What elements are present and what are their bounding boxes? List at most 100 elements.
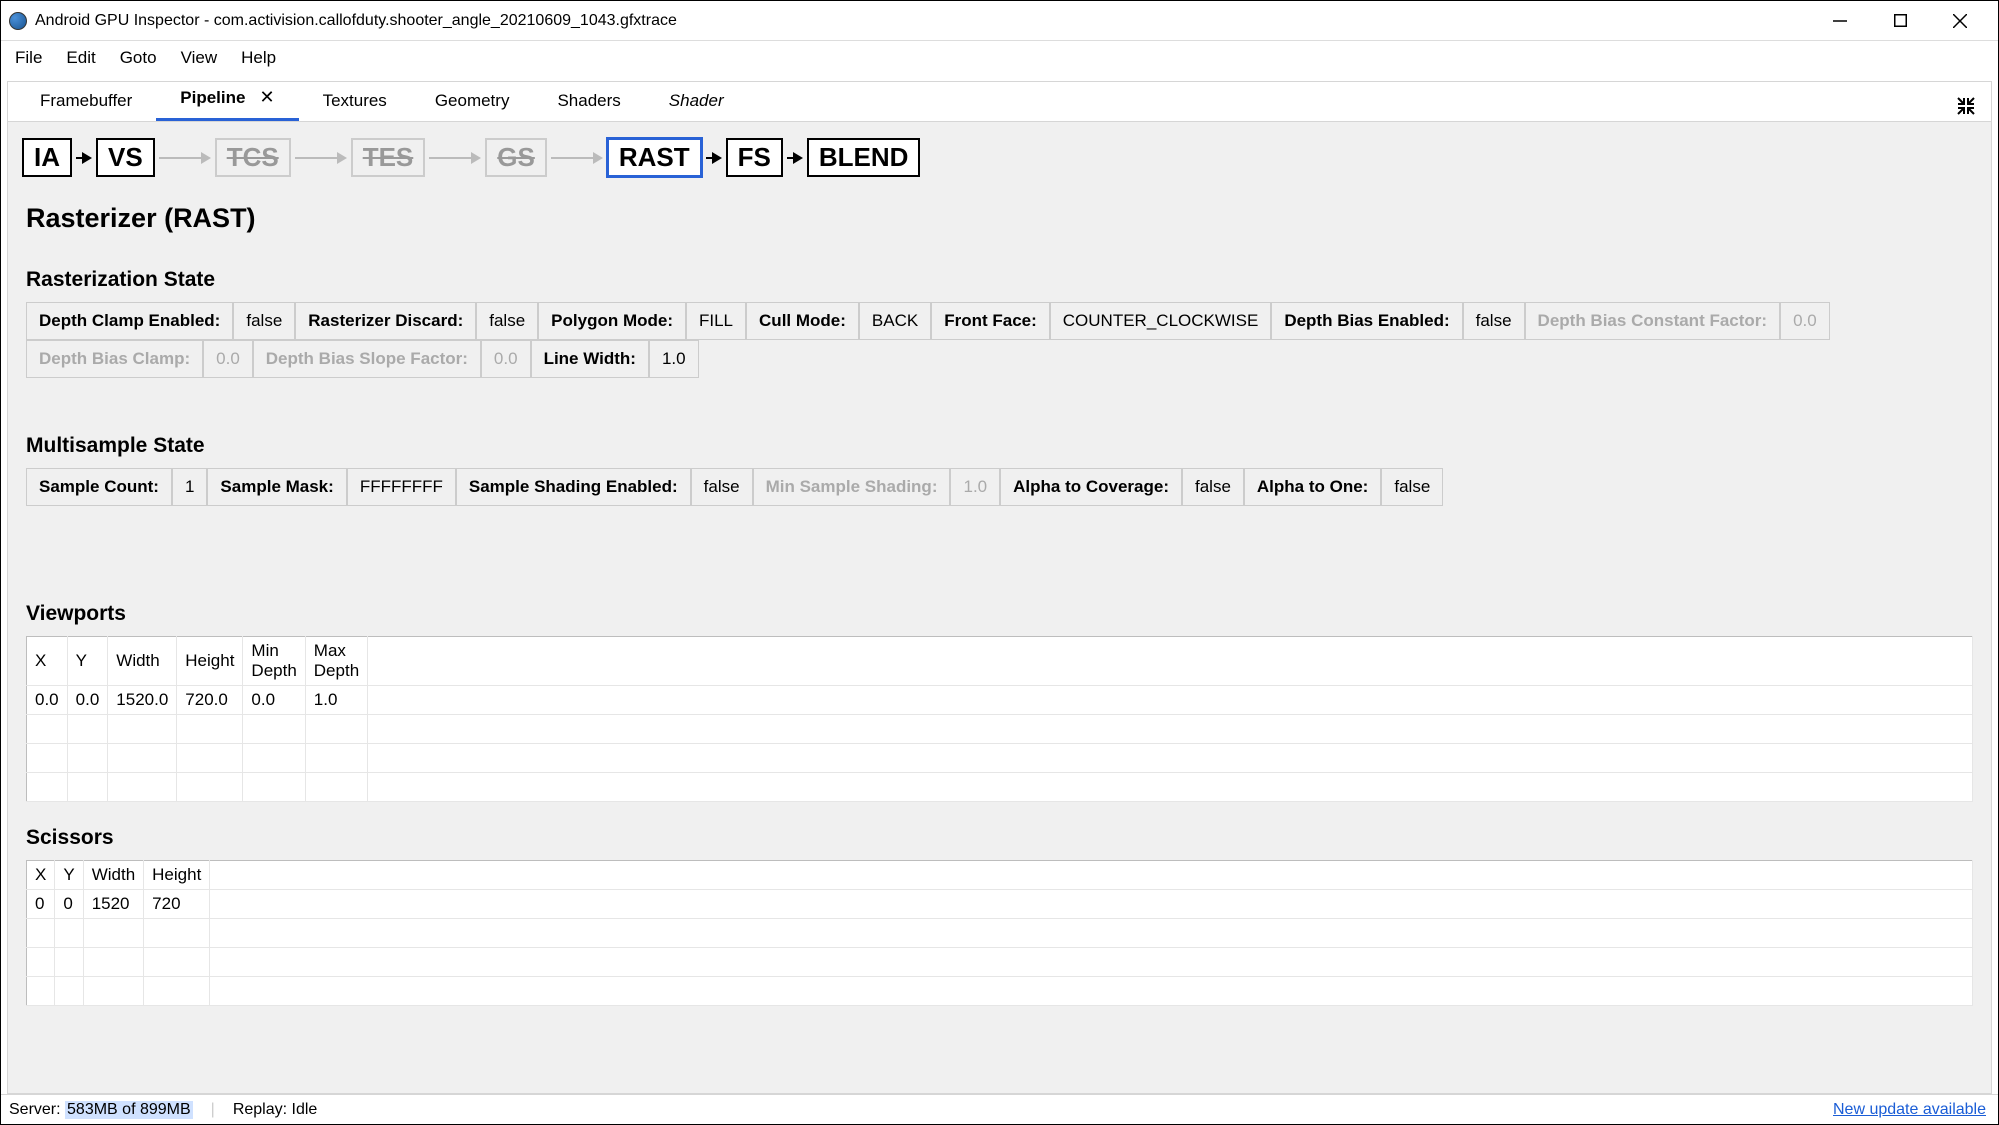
- arrow-icon: [429, 152, 481, 164]
- table-cell: 720: [144, 890, 210, 919]
- tab-framebuffer-label: Framebuffer: [40, 91, 132, 110]
- column-header[interactable]: Height: [177, 637, 243, 686]
- stage-gs[interactable]: GS: [485, 138, 547, 177]
- table-row[interactable]: 0.00.01520.0720.00.01.0: [27, 686, 1973, 715]
- prop-label: Alpha to Coverage:: [1000, 468, 1182, 506]
- prop-value: 0.0: [1780, 302, 1830, 340]
- prop-value: FFFFFFFF: [347, 468, 456, 506]
- table-row: [27, 773, 1973, 802]
- menu-help[interactable]: Help: [231, 44, 286, 72]
- prop-label: Front Face:: [931, 302, 1050, 340]
- minimize-button[interactable]: [1826, 7, 1854, 35]
- table-cell: 0: [27, 890, 55, 919]
- viewports-title: Viewports: [26, 602, 1973, 626]
- table-cell: 0.0: [67, 686, 108, 715]
- table-row[interactable]: 001520720: [27, 890, 1973, 919]
- rasterization-state-table: Depth Clamp Enabled:falseRasterizer Disc…: [26, 302, 1973, 378]
- maximize-button[interactable]: [1886, 7, 1914, 35]
- prop-label: Depth Bias Slope Factor:: [253, 340, 481, 378]
- stage-fs[interactable]: FS: [726, 138, 783, 177]
- prop-label: Sample Count:: [26, 468, 172, 506]
- titlebar: Android GPU Inspector - com.activision.c…: [1, 1, 1998, 41]
- table-row: [27, 977, 1973, 1006]
- scissors-title: Scissors: [26, 826, 1973, 850]
- tab-shaders[interactable]: Shaders: [533, 83, 644, 121]
- viewports-table: XYWidthHeightMin DepthMax Depth0.00.0152…: [26, 636, 1973, 802]
- stage-tcs[interactable]: TCS: [215, 138, 291, 177]
- tab-pipeline-label: Pipeline: [180, 88, 245, 107]
- tab-textures[interactable]: Textures: [299, 83, 411, 121]
- statusbar: Server: 583MB of 899MB | Replay: Idle Ne…: [1, 1094, 1998, 1124]
- update-link[interactable]: New update available: [1833, 1101, 1986, 1119]
- server-label: Server:: [9, 1101, 61, 1119]
- multisample-state-table: Sample Count:1Sample Mask:FFFFFFFFSample…: [26, 468, 1973, 506]
- tab-pipeline[interactable]: Pipeline ✕: [156, 79, 298, 121]
- table-row: [27, 715, 1973, 744]
- stage-rast[interactable]: RAST: [607, 138, 702, 177]
- pipeline-stages: IA VS TCS TES GS RAST FS BLEND: [8, 122, 1991, 187]
- prop-row: Depth Clamp Enabled:falseRasterizer Disc…: [26, 302, 1973, 340]
- column-header[interactable]: Max Depth: [305, 637, 367, 686]
- stage-blend[interactable]: BLEND: [807, 138, 921, 177]
- prop-value: 1.0: [950, 468, 1000, 506]
- column-header[interactable]: Min Depth: [243, 637, 305, 686]
- prop-label: Depth Bias Clamp:: [26, 340, 203, 378]
- prop-value: 0.0: [203, 340, 253, 378]
- prop-value: 0.0: [481, 340, 531, 378]
- stage-vs[interactable]: VS: [96, 138, 155, 177]
- column-header[interactable]: Y: [67, 637, 108, 686]
- menu-view[interactable]: View: [171, 44, 228, 72]
- prop-label: Sample Mask:: [207, 468, 346, 506]
- arrow-icon: [787, 152, 803, 164]
- column-header[interactable]: Width: [83, 861, 143, 890]
- column-header[interactable]: Width: [108, 637, 177, 686]
- body-wrap: Framebuffer Pipeline✕ Textures Geometry …: [1, 75, 1998, 1094]
- prop-row: Sample Count:1Sample Mask:FFFFFFFFSample…: [26, 468, 1973, 506]
- column-header[interactable]: Y: [55, 861, 83, 890]
- arrow-icon: [551, 152, 603, 164]
- menu-edit[interactable]: Edit: [56, 44, 105, 72]
- tab-shader[interactable]: Shader: [645, 83, 748, 121]
- menu-goto[interactable]: Goto: [110, 44, 167, 72]
- viewports-table-wrap: XYWidthHeightMin DepthMax Depth0.00.0152…: [26, 636, 1973, 802]
- prop-value: COUNTER_CLOCKWISE: [1050, 302, 1272, 340]
- stage-tes[interactable]: TES: [351, 138, 426, 177]
- exit-fullscreen-icon[interactable]: [1949, 91, 1983, 121]
- stage-ia[interactable]: IA: [22, 138, 72, 177]
- table-cell: 1520.0: [108, 686, 177, 715]
- table-cell: 0: [55, 890, 83, 919]
- tab-close-icon[interactable]: ✕: [259, 87, 274, 107]
- status-separator: |: [211, 1101, 215, 1119]
- prop-value: 1: [172, 468, 207, 506]
- prop-value: 1.0: [649, 340, 699, 378]
- prop-value: false: [1463, 302, 1525, 340]
- column-header[interactable]: X: [27, 637, 68, 686]
- table-cell: 1520: [83, 890, 143, 919]
- prop-label: Depth Bias Constant Factor:: [1525, 302, 1781, 340]
- prop-label: Sample Shading Enabled:: [456, 468, 691, 506]
- prop-label: Cull Mode:: [746, 302, 859, 340]
- menubar: File Edit Goto View Help: [1, 41, 1998, 75]
- table-cell: 1.0: [305, 686, 367, 715]
- window-controls: [1826, 7, 1974, 35]
- table-cell: 720.0: [177, 686, 243, 715]
- prop-value: FILL: [686, 302, 746, 340]
- table-row: [27, 744, 1973, 773]
- arrow-icon: [159, 152, 211, 164]
- menu-file[interactable]: File: [5, 44, 52, 72]
- table-cell: 0.0: [243, 686, 305, 715]
- window-title: Android GPU Inspector - com.activision.c…: [35, 12, 1826, 30]
- tab-framebuffer[interactable]: Framebuffer: [16, 83, 156, 121]
- close-button[interactable]: [1946, 7, 1974, 35]
- tab-geometry[interactable]: Geometry: [411, 83, 534, 121]
- prop-value: false: [476, 302, 538, 340]
- column-header[interactable]: X: [27, 861, 55, 890]
- prop-value: false: [233, 302, 295, 340]
- prop-label: Depth Bias Enabled:: [1271, 302, 1462, 340]
- replay-value: Idle: [292, 1101, 318, 1119]
- column-header[interactable]: Height: [144, 861, 210, 890]
- rasterization-state-title: Rasterization State: [26, 268, 1973, 292]
- replay-label: Replay:: [233, 1101, 287, 1119]
- prop-label: Depth Clamp Enabled:: [26, 302, 233, 340]
- prop-row: Depth Bias Clamp:0.0Depth Bias Slope Fac…: [26, 340, 1973, 378]
